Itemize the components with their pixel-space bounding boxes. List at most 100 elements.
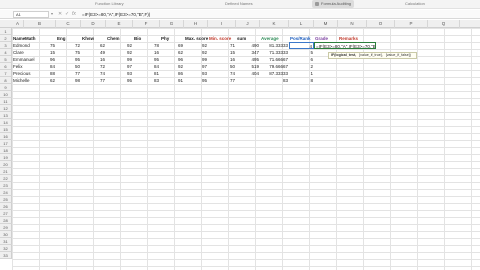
data-cell[interactable]: [338, 63, 367, 70]
data-cell[interactable]: 72: [81, 63, 106, 70]
header-cell[interactable]: Phy: [160, 35, 184, 42]
row-header-16[interactable]: 16: [0, 133, 12, 140]
column-header-i[interactable]: I: [208, 20, 236, 28]
data-cell[interactable]: 16: [133, 49, 160, 56]
header-cell[interactable]: Name: [12, 35, 25, 42]
data-cell[interactable]: Felix: [12, 63, 24, 70]
data-cell[interactable]: 95: [184, 77, 208, 84]
data-cell[interactable]: 98: [56, 77, 81, 84]
column-header-h[interactable]: H: [184, 20, 208, 28]
data-cell[interactable]: 6: [289, 56, 314, 63]
column-header-e[interactable]: E: [106, 20, 133, 28]
data-cell[interactable]: Precious: [12, 70, 31, 77]
data-cell[interactable]: 4: [289, 42, 314, 49]
row-header-18[interactable]: 18: [0, 147, 12, 154]
data-cell[interactable]: 49: [81, 49, 106, 56]
data-cell[interactable]: 87.33333: [260, 70, 289, 77]
data-cell[interactable]: 69: [160, 42, 184, 49]
row-header-28[interactable]: 28: [0, 217, 12, 224]
row-header-10[interactable]: 10: [0, 91, 12, 98]
data-cell[interactable]: 62: [81, 42, 106, 49]
data-cell[interactable]: 347: [236, 49, 260, 56]
data-cell[interactable]: 72: [56, 42, 81, 49]
row-header-20[interactable]: 20: [0, 161, 12, 168]
data-cell[interactable]: 97: [184, 63, 208, 70]
data-cell[interactable]: 77: [81, 77, 106, 84]
row-header-23[interactable]: 23: [0, 182, 12, 189]
data-cell[interactable]: [236, 77, 260, 84]
data-cell[interactable]: 16: [81, 56, 106, 63]
confirm-icon[interactable]: ✓: [65, 11, 69, 17]
data-cell[interactable]: 96: [24, 56, 56, 63]
data-cell[interactable]: 81.33333: [260, 42, 289, 49]
column-header-q[interactable]: Q: [428, 20, 460, 28]
data-cell[interactable]: [314, 63, 338, 70]
row-header-22[interactable]: 22: [0, 175, 12, 182]
column-header-a[interactable]: A: [12, 20, 24, 28]
data-cell[interactable]: 75: [24, 42, 56, 49]
data-cell[interactable]: 92: [106, 49, 133, 56]
ribbon-group-defined-names[interactable]: Defined Names: [225, 1, 253, 6]
row-header-21[interactable]: 21: [0, 168, 12, 175]
data-cell[interactable]: 78: [133, 42, 160, 49]
row-header-11[interactable]: 11: [0, 98, 12, 105]
column-header-g[interactable]: G: [160, 20, 184, 28]
row-header-29[interactable]: 29: [0, 224, 12, 231]
data-cell[interactable]: 99: [184, 56, 208, 63]
ribbon-group-calculation[interactable]: Calculation: [405, 1, 425, 6]
name-box[interactable]: A1: [13, 11, 49, 18]
data-cell[interactable]: Emmanuel: [12, 56, 35, 63]
data-cell[interactable]: 95: [56, 56, 81, 63]
column-header-d[interactable]: D: [81, 20, 106, 28]
data-cell[interactable]: Michelle: [12, 77, 30, 84]
data-cell[interactable]: [338, 70, 367, 77]
data-cell[interactable]: 519: [236, 63, 260, 70]
row-header-26[interactable]: 26: [0, 203, 12, 210]
data-cell[interactable]: 74: [208, 70, 236, 77]
column-header-f[interactable]: F: [133, 20, 160, 28]
row-header-1[interactable]: 1: [0, 28, 12, 35]
data-cell[interactable]: 84: [133, 63, 160, 70]
row-header-17[interactable]: 17: [0, 140, 12, 147]
column-header-c[interactable]: C: [56, 20, 81, 28]
row-header-32[interactable]: 32: [0, 245, 12, 252]
data-cell[interactable]: 75: [56, 49, 81, 56]
data-cell[interactable]: 86: [160, 70, 184, 77]
row-header-30[interactable]: 30: [0, 231, 12, 238]
function-icon[interactable]: fx: [72, 11, 76, 17]
row-header-24[interactable]: 24: [0, 189, 12, 196]
header-cell[interactable]: Max. score: [184, 35, 208, 42]
data-cell[interactable]: 2: [289, 63, 314, 70]
header-cell[interactable]: Bio: [133, 35, 160, 42]
header-cell[interactable]: Min. score: [208, 35, 236, 42]
data-cell[interactable]: 92: [160, 63, 184, 70]
header-cell[interactable]: Remarks: [338, 35, 367, 42]
row-header-19[interactable]: 19: [0, 154, 12, 161]
data-cell[interactable]: 5: [289, 49, 314, 56]
row-header-6[interactable]: 6: [0, 63, 12, 70]
header-cell[interactable]: Pos/Rank: [289, 35, 314, 42]
row-header-13[interactable]: 13: [0, 112, 12, 119]
data-cell[interactable]: 92: [184, 49, 208, 56]
data-cell[interactable]: 83: [133, 77, 160, 84]
data-cell[interactable]: 74: [81, 70, 106, 77]
data-cell[interactable]: 77: [208, 77, 236, 84]
ribbon-group-function-library[interactable]: Function Library: [95, 1, 124, 6]
header-cell[interactable]: Khsw: [81, 35, 106, 42]
column-header-b[interactable]: B: [24, 20, 56, 28]
data-cell[interactable]: 83: [260, 77, 289, 84]
data-cell[interactable]: 95: [106, 77, 133, 84]
formula-input[interactable]: =IF(E3>=80,"A",IF(E3>=70,"B",F)): [82, 11, 472, 18]
data-cell[interactable]: 79.66667: [260, 63, 289, 70]
data-cell[interactable]: 8: [289, 77, 314, 84]
row-header-2[interactable]: 2: [0, 35, 12, 42]
data-cell[interactable]: [338, 77, 367, 84]
column-header-n[interactable]: N: [338, 20, 367, 28]
header-cell[interactable]: Average: [260, 35, 289, 42]
header-cell[interactable]: Eng: [56, 35, 81, 42]
data-cell[interactable]: 404: [236, 70, 260, 77]
row-header-3[interactable]: 3: [0, 42, 12, 49]
data-cell[interactable]: 15: [24, 49, 56, 56]
data-cell[interactable]: 16: [208, 56, 236, 63]
data-cell[interactable]: 71.66667: [260, 56, 289, 63]
